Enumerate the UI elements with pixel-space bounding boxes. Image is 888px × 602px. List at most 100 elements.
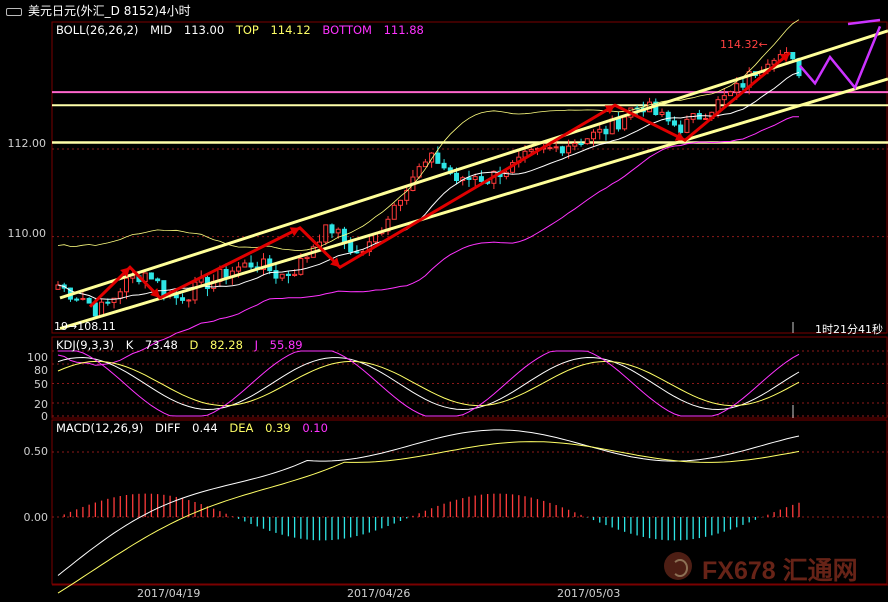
macd-tick-050: 0.50 — [23, 445, 49, 458]
candle-body — [397, 199, 403, 206]
forecast-red-arrow-path — [88, 51, 791, 308]
candle-body — [678, 124, 684, 133]
watermark-logo-icon — [664, 552, 692, 580]
candle-body — [80, 297, 86, 300]
countdown-timer: 1时21分41秒 — [815, 323, 883, 336]
macd-diff-label: DIFF — [155, 421, 181, 435]
candle-body — [223, 268, 229, 278]
candle-body — [236, 266, 242, 272]
candle-body — [279, 273, 285, 279]
high-annotation: 114.32← — [720, 38, 768, 51]
forecast-magenta-arrow-path — [799, 25, 882, 91]
high-label: 114.32 — [720, 38, 759, 51]
macd-value: 0.10 — [302, 421, 328, 435]
date-tick-0426: 2017/04/26 — [347, 587, 411, 600]
candle-body — [248, 262, 254, 268]
candle-body — [454, 172, 460, 181]
boll-bottom-line — [57, 116, 799, 366]
macd-dea-value: 0.39 — [265, 421, 291, 435]
candle-body — [292, 273, 298, 276]
candle-body — [572, 143, 578, 147]
candle-body — [329, 224, 335, 234]
boll-mid-value: 113.00 — [183, 23, 225, 37]
candle-body — [472, 176, 478, 180]
kdj-d-label: D — [189, 338, 199, 352]
candle-body — [92, 302, 98, 317]
kdj-k-label: K — [125, 338, 134, 352]
boll-bottom-value: 111.88 — [383, 23, 424, 37]
boll-bottom-label: BOTTOM — [322, 23, 372, 37]
boll-mid-line — [57, 72, 800, 300]
candle-body — [192, 281, 198, 301]
candle-body — [354, 251, 360, 254]
kdj-j-value: 55.89 — [269, 338, 303, 352]
channel-upper-line — [59, 29, 888, 300]
kdj-k-value: 73.48 — [144, 338, 178, 352]
candle-body — [559, 146, 565, 154]
watermark-text: FX678 汇通网 — [702, 557, 858, 585]
candle-body — [348, 241, 354, 253]
low-label: 108.11 — [77, 320, 116, 333]
candle-body — [335, 228, 341, 234]
candle-body — [547, 147, 553, 150]
candle-body — [578, 143, 584, 146]
candle-body — [117, 291, 123, 299]
candle-body — [597, 128, 603, 133]
macd-diff-value: 0.44 — [192, 421, 218, 435]
candle-body — [391, 204, 397, 220]
candle-body — [528, 148, 534, 152]
candle-body — [734, 83, 740, 93]
kdj-tick-0: 0 — [41, 410, 48, 423]
candle-body — [728, 91, 734, 97]
boll-top-value: 114.12 — [270, 23, 311, 37]
boll-mid-label: MID — [150, 23, 173, 37]
kdj-legend: KDJ(9,3,3) K 73.48 D 82.28 J 55.89 — [56, 338, 311, 352]
candle-body — [584, 138, 590, 145]
kdj-j-label: J — [254, 338, 258, 352]
candle-body — [603, 128, 609, 135]
candle-body — [161, 280, 167, 297]
candle-body — [591, 131, 597, 140]
candle-body — [123, 277, 129, 293]
macd-dea-label: DEA — [229, 421, 254, 435]
candle-body — [441, 162, 447, 169]
candle-body — [659, 111, 665, 116]
candle-body — [99, 301, 105, 317]
candle-body — [242, 262, 248, 268]
kdj-label: KDJ(9,3,3) — [56, 338, 115, 352]
candle-body — [478, 176, 484, 182]
candle-body — [86, 297, 92, 304]
candle-body — [298, 258, 304, 275]
candle-body — [615, 118, 621, 130]
candle-body — [622, 116, 628, 130]
candle-body — [323, 224, 329, 243]
price-tick-112: 112.00 — [7, 137, 47, 150]
boll-legend: BOLL(26,26,2) MID 113.00 TOP 114.12 BOTT… — [56, 23, 432, 37]
candle-body — [566, 145, 572, 154]
kdj-tick-100: 100 — [27, 351, 48, 364]
low-prefix: 19 — [54, 320, 68, 333]
boll-label: BOLL(26,26,2) — [56, 23, 139, 37]
chart-canvas[interactable] — [0, 0, 888, 602]
candle-body — [304, 256, 310, 260]
candle-body — [155, 278, 161, 282]
macd-tick-000: 0.00 — [23, 511, 49, 524]
candle-body — [703, 118, 709, 121]
macd-label: MACD(12,26,9) — [56, 421, 144, 435]
candle-body — [186, 299, 192, 302]
candle-body — [74, 298, 80, 301]
candle-body — [180, 297, 186, 301]
candle-body — [671, 120, 677, 126]
candle-body — [721, 95, 727, 101]
kdj-d-value: 82.28 — [210, 338, 243, 352]
date-tick-0419: 2017/04/19 — [137, 587, 201, 600]
kdj-tick-50: 50 — [34, 378, 48, 391]
channel-lower-line — [59, 77, 888, 331]
kdj-tick-80: 80 — [34, 364, 48, 377]
candle-body — [435, 152, 441, 164]
candle-body — [790, 52, 796, 60]
boll-top-label: TOP — [235, 23, 259, 37]
date-tick-0503: 2017/05/03 — [557, 587, 621, 600]
price-tick-110: 110.00 — [7, 227, 47, 240]
candle-body — [285, 273, 291, 276]
